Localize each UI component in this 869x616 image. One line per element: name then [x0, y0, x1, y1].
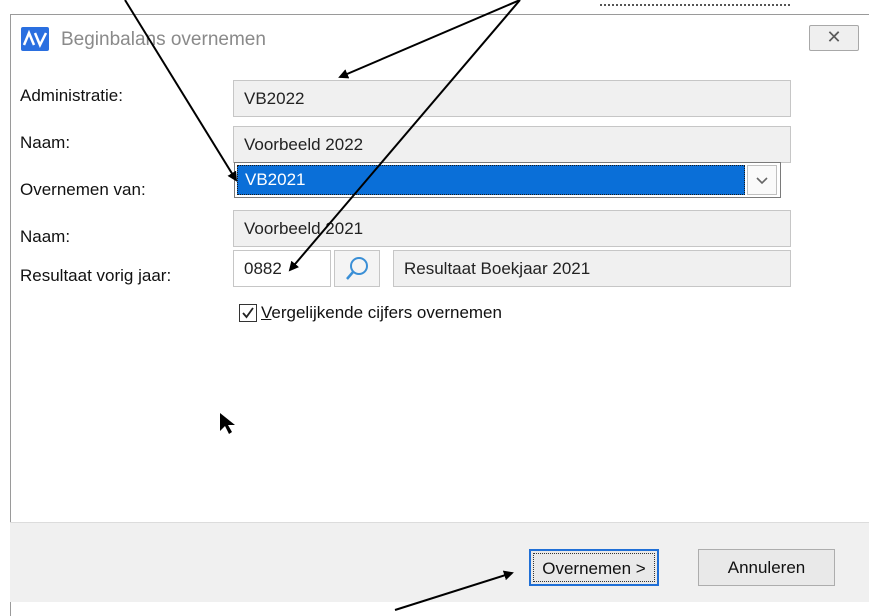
naam-field-2: Voorbeeld 2021 — [233, 210, 791, 247]
naam-value-2: Voorbeeld 2021 — [244, 219, 364, 238]
naam-value-1: Voorbeeld 2022 — [244, 135, 364, 154]
overnemen-van-dropdown[interactable]: VB2021 — [234, 162, 781, 198]
checkbox-label-accelerator: V — [261, 303, 272, 322]
resultaat-code-value: 0882 — [244, 259, 282, 278]
overnemen-button[interactable]: Overnemen > — [529, 549, 659, 586]
naam-label-2: Naam: — [20, 227, 71, 246]
dialog-title: Beginbalans overnemen — [61, 29, 266, 50]
overnemen-button-label: Overnemen > — [542, 559, 646, 578]
background-window-text-fragment — [600, 0, 790, 6]
administratie-field: VB2022 — [233, 80, 791, 117]
checkmark-icon — [242, 307, 254, 319]
naam-label-1: Naam: — [20, 133, 71, 152]
resultaat-code-input[interactable]: 0882 — [233, 250, 331, 287]
administratie-value: VB2022 — [244, 89, 305, 108]
vergelijkende-cijfers-checkbox[interactable] — [239, 304, 257, 322]
chevron-down-icon — [756, 177, 768, 185]
naam-field-1: Voorbeeld 2022 — [233, 126, 791, 163]
vergelijkende-cijfers-label: Vergelijkende cijfers overnemen — [261, 303, 502, 323]
resultaat-vorig-jaar-label: Resultaat vorig jaar: — [20, 266, 172, 285]
annuleren-button-label: Annuleren — [727, 558, 806, 577]
mouse-cursor-icon — [220, 413, 235, 434]
resultaat-description-field: Resultaat Boekjaar 2021 — [393, 250, 791, 287]
dropdown-selected-value[interactable]: VB2021 — [237, 165, 745, 195]
app-logo-icon — [21, 27, 49, 51]
close-button[interactable]: ✕ — [809, 25, 859, 51]
resultaat-search-button[interactable] — [334, 250, 380, 287]
overnemen-van-value: VB2021 — [245, 170, 306, 189]
dropdown-button[interactable] — [747, 165, 777, 195]
overnemen-van-label: Overnemen van: — [20, 180, 146, 199]
title-bar: Beginbalans overnemen ✕ — [11, 15, 869, 61]
checkbox-label-rest: ergelijkende cijfers overnemen — [271, 303, 502, 322]
search-icon — [346, 257, 368, 280]
resultaat-description-value: Resultaat Boekjaar 2021 — [404, 259, 591, 278]
administratie-label: Administratie: — [20, 86, 123, 105]
annuleren-button[interactable]: Annuleren — [698, 549, 835, 586]
close-icon: ✕ — [826, 27, 842, 47]
